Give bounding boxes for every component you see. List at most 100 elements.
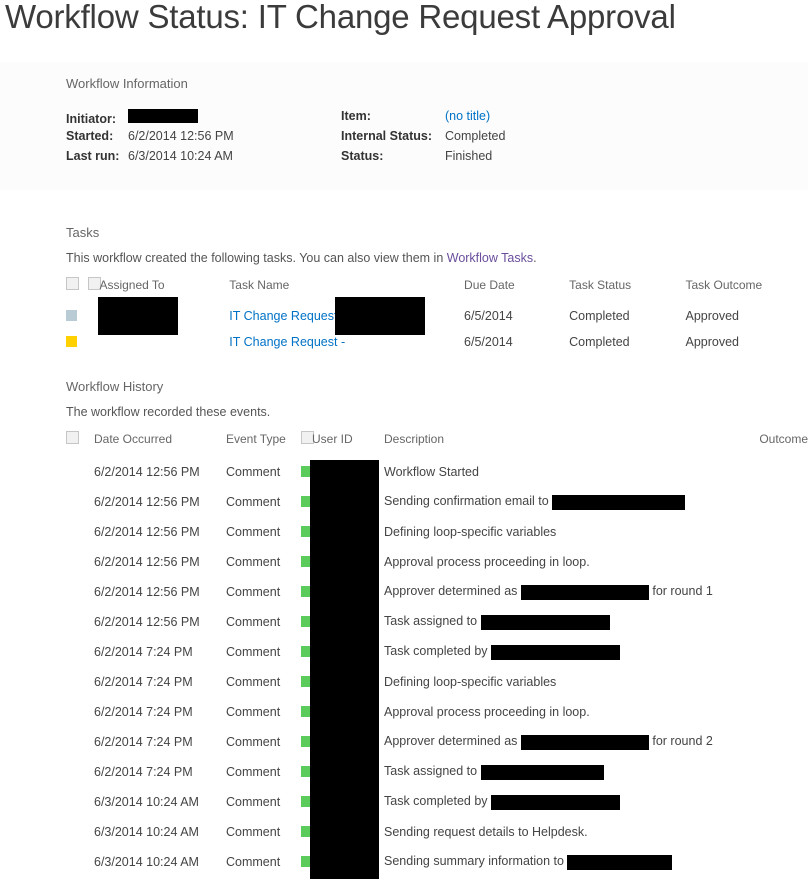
history-column-description[interactable]: Description bbox=[384, 431, 728, 457]
workflow-info-row: Initiator: bbox=[66, 109, 341, 129]
history-date-cell: 6/3/2014 10:24 AM bbox=[94, 855, 199, 869]
history-description-before: Task assigned to bbox=[384, 614, 481, 629]
tasks-section: Tasks This workflow created the followin… bbox=[66, 225, 808, 355]
table-row[interactable]: 6/2/2014 12:56 PM Comment Approver determi… bbox=[66, 577, 808, 607]
history-description-redaction bbox=[520, 734, 649, 750]
workflow-info-row: Status: Finished bbox=[341, 149, 505, 169]
workflow-history-section: Workflow History The workflow recorded t… bbox=[66, 379, 808, 877]
history-date-cell: 6/2/2014 7:24 PM bbox=[94, 705, 193, 719]
table-row[interactable]: 6/2/2014 12:56 PM Comment Defining loop-sp… bbox=[66, 517, 808, 547]
table-row[interactable]: IT Change Request - 6/5/2014 Completed Appr… bbox=[66, 297, 808, 335]
history-column-outcome[interactable]: Outcome bbox=[728, 431, 808, 457]
workflow-info-label: Initiator: bbox=[66, 112, 116, 126]
history-description-before: Approval process proceeding in loop. bbox=[384, 705, 590, 719]
table-row[interactable]: 6/2/2014 7:24 PM Comment Task assigned to bbox=[66, 757, 808, 787]
history-description-before: Sending confirmation email to bbox=[384, 494, 553, 509]
table-row[interactable]: 6/2/2014 12:56 PM Comment Task assigned to bbox=[66, 607, 808, 637]
workflow-info-value: Finished bbox=[445, 149, 493, 163]
history-description-before: Approver determined as bbox=[384, 584, 521, 599]
table-row[interactable]: 6/2/2014 12:56 PM Comment Workflow Started bbox=[66, 457, 808, 487]
history-column-date-occurred[interactable]: Date Occurred bbox=[94, 431, 226, 457]
tasks-table: Assigned To Task Name Due Date Task Stat… bbox=[66, 277, 808, 355]
task-name-link[interactable]: IT Change Request - bbox=[229, 335, 345, 349]
workflow-info-value: Completed bbox=[445, 129, 506, 143]
history-description-redaction bbox=[491, 794, 620, 810]
history-date-cell: 6/2/2014 12:56 PM bbox=[94, 495, 200, 509]
tasks-column-assigned-to-label: Assigned To bbox=[99, 278, 165, 292]
task-name-link[interactable]: IT Change Request - bbox=[229, 309, 345, 323]
history-date-cell: 6/2/2014 7:24 PM bbox=[94, 765, 193, 779]
user-id-redaction-bar bbox=[310, 460, 379, 879]
workflow-info-row: Item: (no title) bbox=[341, 109, 505, 129]
table-row[interactable]: 6/2/2014 7:24 PM Comment Approver determin… bbox=[66, 727, 808, 757]
history-event-type-cell: Comment bbox=[226, 765, 281, 779]
workflow-info-row: Internal Status: Completed bbox=[341, 129, 505, 149]
history-description-before: Approval process proceeding in loop. bbox=[384, 555, 590, 569]
workflow-information-columns: Initiator: Started: 6/2/2014 12:56 PM Last … bbox=[66, 109, 766, 169]
table-row[interactable]: 6/3/2014 10:24 AM Comment Sending summary … bbox=[66, 847, 808, 877]
table-row[interactable]: 6/2/2014 7:24 PM Comment Defining loop-spe… bbox=[66, 667, 808, 697]
history-event-type-cell: Comment bbox=[226, 495, 281, 509]
history-date-cell: 6/2/2014 12:56 PM bbox=[94, 615, 200, 629]
select-all-checkbox[interactable] bbox=[66, 431, 79, 444]
history-status-indicator-cell bbox=[66, 487, 94, 517]
history-outcome-cell bbox=[728, 667, 808, 697]
tasks-column-task-outcome[interactable]: Task Outcome bbox=[686, 277, 808, 303]
history-status-indicator-cell bbox=[66, 757, 94, 787]
history-outcome-cell bbox=[728, 457, 808, 487]
history-event-type-cell: Comment bbox=[226, 855, 281, 869]
history-column-user-id[interactable]: User ID bbox=[301, 431, 384, 457]
table-row[interactable]: 6/3/2014 10:24 AM Comment Sending request … bbox=[66, 817, 808, 847]
history-description-before: Sending summary information to bbox=[384, 854, 568, 869]
history-date-cell: 6/2/2014 7:24 PM bbox=[94, 645, 193, 659]
history-column-event-type[interactable]: Event Type bbox=[226, 431, 301, 457]
tasks-subtext-before: This workflow created the following task… bbox=[66, 251, 447, 265]
initiator-redaction bbox=[128, 109, 198, 123]
history-description-cell: Sending confirmation email to bbox=[384, 487, 728, 517]
workflow-information-right-column: Item: (no title) Internal Status: Completed… bbox=[341, 109, 505, 169]
history-description-before: Approver determined as bbox=[384, 734, 521, 749]
history-date-cell: 6/2/2014 12:56 PM bbox=[94, 555, 200, 569]
tasks-column-task-status[interactable]: Task Status bbox=[569, 277, 685, 303]
history-column-user-id-label: User ID bbox=[312, 432, 353, 446]
history-description-cell: Workflow Started bbox=[384, 457, 728, 487]
history-outcome-cell bbox=[728, 757, 808, 787]
task-assigned-to-cell bbox=[88, 297, 229, 335]
history-description-text: Task assigned to bbox=[384, 614, 610, 630]
history-event-type-cell: Comment bbox=[226, 615, 281, 629]
status-square-icon bbox=[66, 310, 77, 321]
table-row[interactable]: 6/2/2014 12:56 PM Comment Approval process… bbox=[66, 547, 808, 577]
history-description-cell: Task assigned to bbox=[384, 607, 728, 637]
history-outcome-cell bbox=[728, 607, 808, 637]
table-row[interactable]: 6/3/2014 10:24 AM Comment Task completed b… bbox=[66, 787, 808, 817]
table-row[interactable]: 6/2/2014 12:56 PM Comment Sending confirma… bbox=[66, 487, 808, 517]
history-description-text: Task completed by bbox=[384, 644, 620, 660]
history-description-text: Workflow Started bbox=[384, 465, 479, 479]
history-description-text: Approver determined as for round 2 bbox=[384, 734, 713, 750]
select-all-checkbox[interactable] bbox=[66, 277, 79, 290]
workflow-tasks-link[interactable]: Workflow Tasks bbox=[447, 251, 533, 265]
history-event-type-cell: Comment bbox=[226, 735, 281, 749]
task-name-cell: IT Change Request - bbox=[229, 329, 464, 355]
workflow-info-label: Item: bbox=[341, 109, 371, 123]
history-status-indicator-cell bbox=[66, 787, 94, 817]
tasks-column-due-date[interactable]: Due Date bbox=[464, 277, 569, 303]
history-description-cell: Task completed by bbox=[384, 637, 728, 667]
history-description-before: Workflow Started bbox=[384, 465, 479, 479]
task-status-indicator-cell bbox=[66, 303, 88, 329]
history-date-cell: 6/2/2014 12:56 PM bbox=[94, 465, 200, 479]
history-description-text: Sending summary information to bbox=[384, 854, 673, 870]
history-description-text: Task assigned to bbox=[384, 764, 604, 780]
task-outcome-cell: Approved bbox=[685, 335, 740, 349]
history-outcome-cell bbox=[728, 637, 808, 667]
table-row[interactable]: IT Change Request - 6/5/2014 Completed Appr… bbox=[66, 329, 808, 355]
history-description-cell: Task completed by bbox=[384, 787, 728, 817]
history-description-text: Defining loop-specific variables bbox=[384, 675, 556, 689]
history-event-type-cell: Comment bbox=[226, 645, 281, 659]
table-row[interactable]: 6/2/2014 7:24 PM Comment Task completed by bbox=[66, 637, 808, 667]
table-row[interactable]: 6/2/2014 7:24 PM Comment Approval process … bbox=[66, 697, 808, 727]
history-outcome-cell bbox=[728, 817, 808, 847]
history-date-cell: 6/3/2014 10:24 AM bbox=[94, 795, 199, 809]
history-description-after: for round 1 bbox=[648, 584, 713, 599]
item-link[interactable]: (no title) bbox=[445, 109, 490, 123]
